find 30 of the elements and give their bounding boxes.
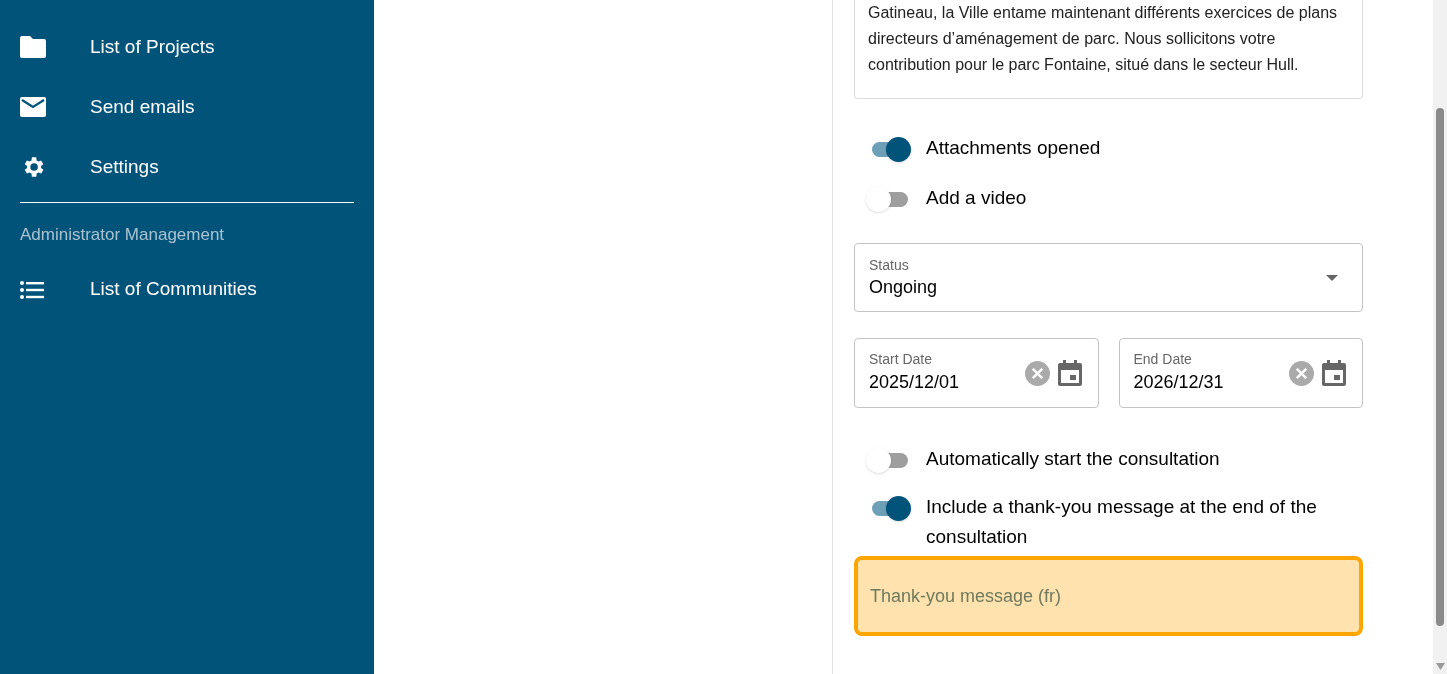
list-icon — [20, 280, 44, 299]
date-field[interactable]: Start Date 2025/12/01 — [854, 338, 1099, 408]
description-field[interactable]: Gatineau, la Ville entame maintenant différents exercices de plans directeurs d’aménagement de parc. Nous sollicitons votre contribution pour le parc Fontaine, situé dans le secteur Hull. — [854, 0, 1363, 99]
toggle-label: Attachments opened — [926, 136, 1101, 160]
field-label: Start Date — [869, 350, 934, 368]
toggle-label: Include a thank-you message at the end of the consultation — [926, 495, 1318, 549]
field-label: Status — [869, 255, 910, 274]
calendar-icon[interactable] — [1057, 360, 1082, 386]
nav-link[interactable]: Settings — [20, 137, 354, 197]
nav-link[interactable]: Send emails — [20, 77, 354, 137]
calendar-icon[interactable] — [1322, 360, 1346, 386]
nav-link[interactable]: List of Communities — [20, 259, 354, 320]
scrollbar[interactable] — [1433, 0, 1447, 674]
date-field[interactable]: End Date 2026/12/31 — [1118, 338, 1363, 408]
toggle-label: Add a video — [926, 186, 1027, 210]
thank-you-message-field[interactable]: Thank-you message (fr) — [854, 556, 1363, 636]
toggle-label: Automatically start the consultation — [926, 447, 1220, 471]
folder-icon — [20, 36, 46, 58]
status-select[interactable]: Status Ongoing — [854, 243, 1363, 312]
field-value: 2025/12/01 — [869, 371, 961, 394]
field-label: End Date — [1133, 350, 1193, 368]
scroll-down-icon[interactable] — [1436, 663, 1445, 670]
clear-icon[interactable] — [1289, 360, 1314, 386]
clear-icon[interactable] — [1024, 360, 1050, 386]
nav-link[interactable]: List of Projects — [20, 17, 354, 77]
section-title: Administrator Management — [20, 224, 226, 246]
mail-icon — [20, 97, 46, 117]
field-value: Ongoing — [869, 275, 939, 299]
dropdown-caret-icon — [1326, 274, 1338, 281]
field-value: 2026/12/31 — [1133, 371, 1225, 394]
